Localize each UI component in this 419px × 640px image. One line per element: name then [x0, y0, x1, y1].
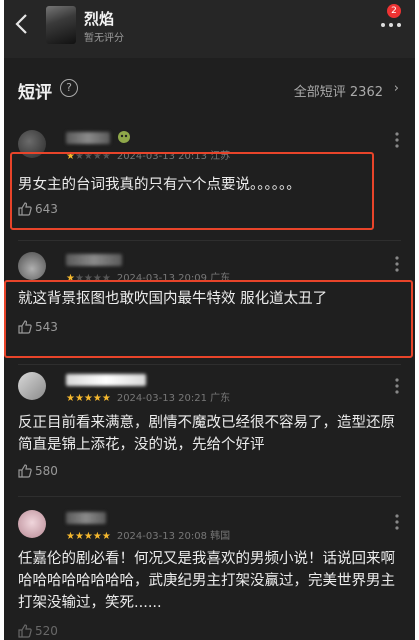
avatar[interactable] [18, 510, 46, 538]
avatar[interactable] [18, 372, 46, 400]
rating-status: 暂无评分 [84, 33, 124, 44]
divider [18, 364, 401, 365]
like-count: 520 [35, 624, 58, 638]
rating-stars: ★★★★★ 2024-03-13 20:21 广东 [66, 393, 231, 404]
chevron-right-icon[interactable]: › [394, 81, 399, 96]
notification-badge: 2 [387, 4, 401, 18]
review-location: 韩国 [210, 531, 231, 542]
top-bar: 烈焰 暂无评分 2 [4, 0, 415, 58]
divider [18, 496, 401, 497]
all-reviews-link[interactable]: 全部短评 2362 [294, 81, 383, 100]
app-frame: 烈焰 暂无评分 2 短评 ? 全部短评 2362 › ★★★★★ 2024-03-… [4, 0, 415, 640]
help-icon[interactable]: ? [60, 79, 78, 97]
movie-poster-thumbnail[interactable] [46, 6, 76, 44]
highlight-box [10, 152, 374, 230]
username-blurred [66, 374, 146, 386]
more-options-icon[interactable] [379, 18, 403, 32]
thumbs-up-icon [18, 464, 32, 478]
review-more-icon[interactable] [395, 514, 399, 530]
short-reviews-header: 短评 ? 全部短评 2362 › [4, 66, 415, 110]
username-blurred [66, 254, 122, 266]
divider [18, 240, 401, 241]
username-blurred [66, 132, 110, 144]
review-date: 2024-03-13 20:08 [116, 531, 207, 542]
movie-title: 烈焰 [84, 10, 115, 28]
badge-icon [118, 131, 130, 143]
like-count: 580 [35, 464, 58, 478]
like-button[interactable]: 580 [18, 464, 58, 478]
review-more-icon[interactable] [395, 256, 399, 272]
username-blurred [66, 512, 106, 524]
review-item: ★★★★★ 2024-03-13 20:08 韩国 任嘉伦的剧必看！何况又是我喜欢… [4, 506, 415, 640]
review-more-icon[interactable] [395, 378, 399, 394]
review-more-icon[interactable] [395, 132, 399, 148]
rating-stars: ★★★★★ 2024-03-13 20:08 韩国 [66, 531, 231, 542]
highlight-box [4, 280, 413, 358]
review-text: 反正目前看来满意，剧情不魔改已经很不容易了，造型还原简直是锦上添花，没的说，先给… [18, 415, 395, 453]
review-item: ★★★★★ 2024-03-13 20:21 广东 反正目前看来满意，剧情不魔改已… [4, 370, 415, 498]
avatar[interactable] [18, 252, 46, 280]
like-button[interactable]: 520 [18, 624, 58, 638]
thumbs-up-icon [18, 624, 32, 638]
back-arrow-icon[interactable] [12, 12, 32, 36]
review-date: 2024-03-13 20:21 [116, 393, 207, 404]
review-location: 广东 [210, 393, 231, 404]
review-text: 任嘉伦的剧必看！何况又是我喜欢的男频小说！话说回来啊哈哈哈哈哈哈哈哈，武庚纪男主… [18, 551, 395, 611]
section-title: 短评 [18, 83, 52, 103]
